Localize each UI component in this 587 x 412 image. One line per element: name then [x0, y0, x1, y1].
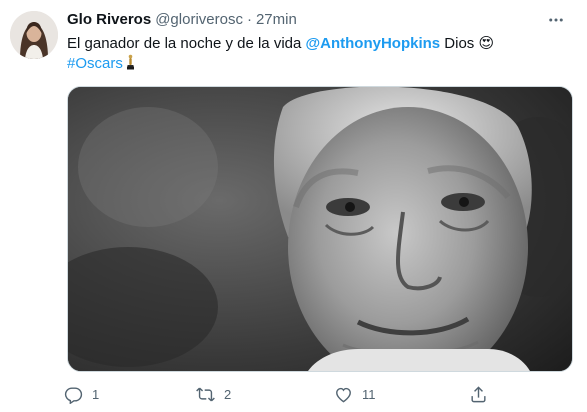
- tweet-text: El ganador de la noche y de la vida @Ant…: [67, 34, 567, 74]
- portrait-photo: [68, 87, 572, 371]
- tweet-text-line-2: #Oscars: [67, 54, 567, 74]
- tweet-actions: 1 2 11: [64, 382, 514, 406]
- tweet-media-photo[interactable]: [67, 86, 573, 372]
- more-icon: [549, 18, 563, 22]
- heart-eyes-emoji: 😍: [478, 35, 495, 52]
- hashtag-link[interactable]: #Oscars: [67, 55, 123, 72]
- author-name[interactable]: Glo Riveros: [67, 10, 151, 30]
- avatar-image: [10, 11, 58, 59]
- more-options-button[interactable]: [544, 8, 568, 32]
- retweet-count: 2: [224, 386, 232, 402]
- reply-button[interactable]: 1: [64, 382, 99, 406]
- tweet[interactable]: Glo Riveros @gloriverosc · 27min El gana…: [0, 0, 587, 412]
- mention-link[interactable]: @AnthonyHopkins: [306, 35, 441, 52]
- tweet-text-part1: El ganador de la noche y de la vida: [67, 35, 306, 52]
- tweet-text-part2: Dios: [440, 35, 479, 52]
- reply-icon: [64, 386, 83, 404]
- retweet-button[interactable]: 2: [196, 382, 231, 406]
- oscar-trophy-icon: [126, 54, 134, 70]
- tweet-header: Glo Riveros @gloriverosc · 27min: [67, 10, 297, 30]
- share-icon: [471, 385, 486, 402]
- author-handle[interactable]: @gloriverosc: [155, 10, 243, 30]
- separator-dot: ·: [246, 11, 252, 28]
- avatar[interactable]: [10, 11, 58, 59]
- tweet-text-line-1: El ganador de la noche y de la vida @Ant…: [67, 34, 567, 54]
- like-count: 11: [362, 386, 376, 402]
- like-icon: [336, 387, 351, 402]
- like-button[interactable]: 11: [334, 382, 376, 406]
- timestamp[interactable]: 27min: [256, 10, 297, 30]
- retweet-icon: [196, 387, 215, 401]
- reply-count: 1: [92, 386, 100, 402]
- share-button[interactable]: [469, 382, 497, 406]
